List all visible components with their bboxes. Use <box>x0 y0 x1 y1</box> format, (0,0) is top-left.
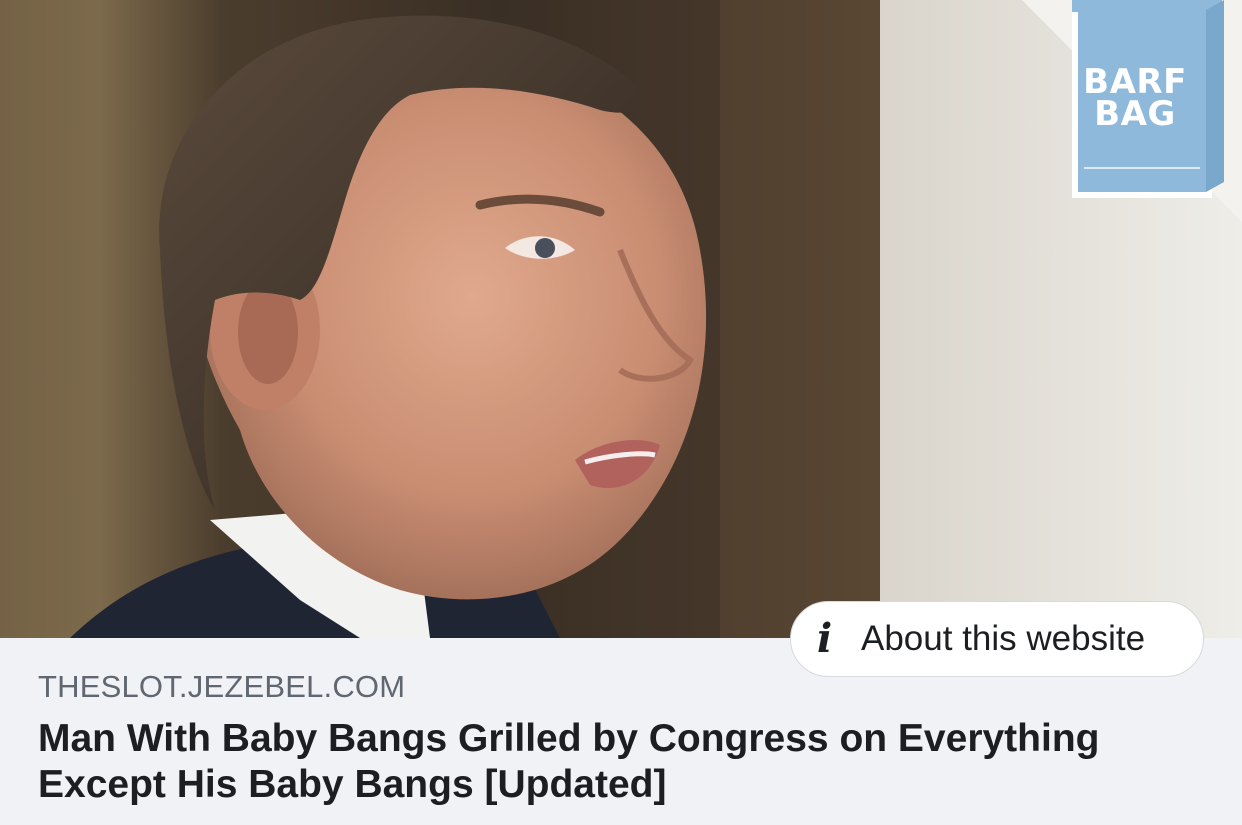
link-headline[interactable]: Man With Baby Bangs Grilled by Congress … <box>38 716 1208 808</box>
barf-bag-line-2: BAG <box>1094 94 1176 134</box>
link-preview-card[interactable]: BARF BAG THESLOT.JEZEBEL.COM Man With Ba… <box>0 0 1242 825</box>
info-icon: i <box>817 615 833 662</box>
article-photo[interactable]: BARF BAG <box>0 0 1242 638</box>
barf-bag-badge: BARF BAG <box>1012 0 1242 222</box>
link-domain: THESLOT.JEZEBEL.COM <box>38 669 406 704</box>
about-this-website-label: About this website <box>861 619 1146 658</box>
about-this-website-button[interactable]: i About this website <box>790 601 1204 677</box>
barf-bag-text: BARF BAG <box>1080 65 1190 134</box>
